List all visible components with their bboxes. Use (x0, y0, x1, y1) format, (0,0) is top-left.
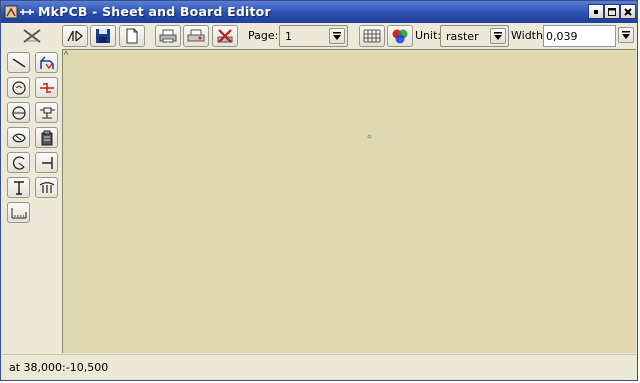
pad-tool-icon (11, 80, 27, 96)
page-dropdown-button[interactable] (329, 28, 345, 44)
status-bar: at 38,000:-10,500 (2, 354, 636, 380)
cursor-position-status: at 38,000:-10,500 (9, 361, 109, 374)
save-button[interactable] (90, 25, 116, 47)
unit-value: raster (446, 30, 479, 43)
app-window: MkPCB - Sheet and Board Editor Page: 1 U… (0, 0, 638, 381)
cursor-marker (367, 134, 372, 139)
origin-marker (64, 51, 69, 56)
clear-icon (216, 28, 234, 44)
via-tool-icon (38, 80, 56, 96)
new-icon (125, 28, 139, 44)
component-tool-button[interactable] (35, 102, 58, 123)
route-tool-icon (38, 55, 56, 71)
measure-tool-button[interactable] (7, 202, 30, 223)
print-button[interactable] (155, 25, 181, 47)
arc-tool-button[interactable] (7, 152, 30, 173)
net-icon (65, 28, 85, 44)
clear-button[interactable] (212, 25, 238, 47)
width-input[interactable] (546, 28, 606, 44)
grid-icon (363, 29, 381, 43)
label-tool-icon (38, 181, 56, 195)
page-select[interactable]: 1 (279, 25, 348, 47)
polygon-tool-button[interactable] (7, 127, 30, 148)
label-tool-button[interactable] (35, 177, 58, 198)
close-icon (624, 7, 632, 16)
page-label: Page: (248, 29, 279, 42)
minimize-icon (592, 8, 600, 16)
circle-tool-button[interactable] (7, 102, 30, 123)
print-preview-button[interactable] (183, 25, 209, 47)
chevron-down-icon (494, 31, 502, 41)
library-tool-button[interactable] (35, 127, 58, 148)
line-tool-icon (11, 56, 27, 70)
print-icon (159, 29, 177, 43)
line-tool-button[interactable] (7, 52, 30, 73)
pad-tool-button[interactable] (7, 77, 30, 98)
component-tool-icon (38, 105, 56, 121)
print-preview-icon (187, 29, 205, 43)
delete-tool-icon (20, 27, 44, 45)
text-tool-button[interactable] (7, 177, 30, 198)
chevron-down-icon (622, 30, 630, 40)
connector-tool-icon (39, 155, 55, 171)
colors-button[interactable] (387, 25, 413, 47)
unit-select[interactable]: raster (440, 25, 509, 47)
net-button[interactable] (62, 25, 88, 47)
window-title: MkPCB - Sheet and Board Editor (38, 4, 271, 19)
page-value: 1 (285, 30, 292, 43)
arc-tool-icon (11, 155, 27, 171)
minimize-button[interactable] (588, 4, 604, 19)
connector-tool-button[interactable] (35, 152, 58, 173)
unit-label: Unit: (415, 29, 442, 42)
chevron-down-icon (333, 31, 341, 41)
save-icon (95, 28, 111, 44)
close-button[interactable] (620, 4, 636, 19)
circle-tool-icon (11, 105, 27, 121)
tool-palette (2, 49, 62, 353)
polygon-tool-icon (11, 131, 27, 145)
maximize-button[interactable] (604, 4, 620, 19)
library-tool-icon (40, 130, 54, 146)
width-dropdown-button[interactable] (618, 27, 634, 43)
toolbar: Page: 1 Unit: raster Width: 0,039 (2, 23, 636, 49)
width-dropdown[interactable] (615, 25, 635, 47)
colors-icon (391, 28, 409, 44)
width-field[interactable] (543, 25, 616, 47)
new-button[interactable] (119, 25, 145, 47)
unit-dropdown-button[interactable] (490, 28, 506, 44)
title-bar[interactable]: MkPCB - Sheet and Board Editor (1, 1, 637, 23)
width-label: Width: (511, 29, 547, 42)
route-tool-button[interactable] (35, 52, 58, 73)
via-tool-button[interactable] (35, 77, 58, 98)
maximize-icon (608, 7, 616, 16)
board-canvas[interactable] (62, 49, 636, 353)
grid-button[interactable] (359, 25, 385, 47)
text-tool-icon (12, 180, 26, 196)
measure-tool-icon (10, 206, 28, 220)
delete-tool-button[interactable] (17, 25, 47, 47)
app-icon[interactable] (4, 4, 36, 20)
